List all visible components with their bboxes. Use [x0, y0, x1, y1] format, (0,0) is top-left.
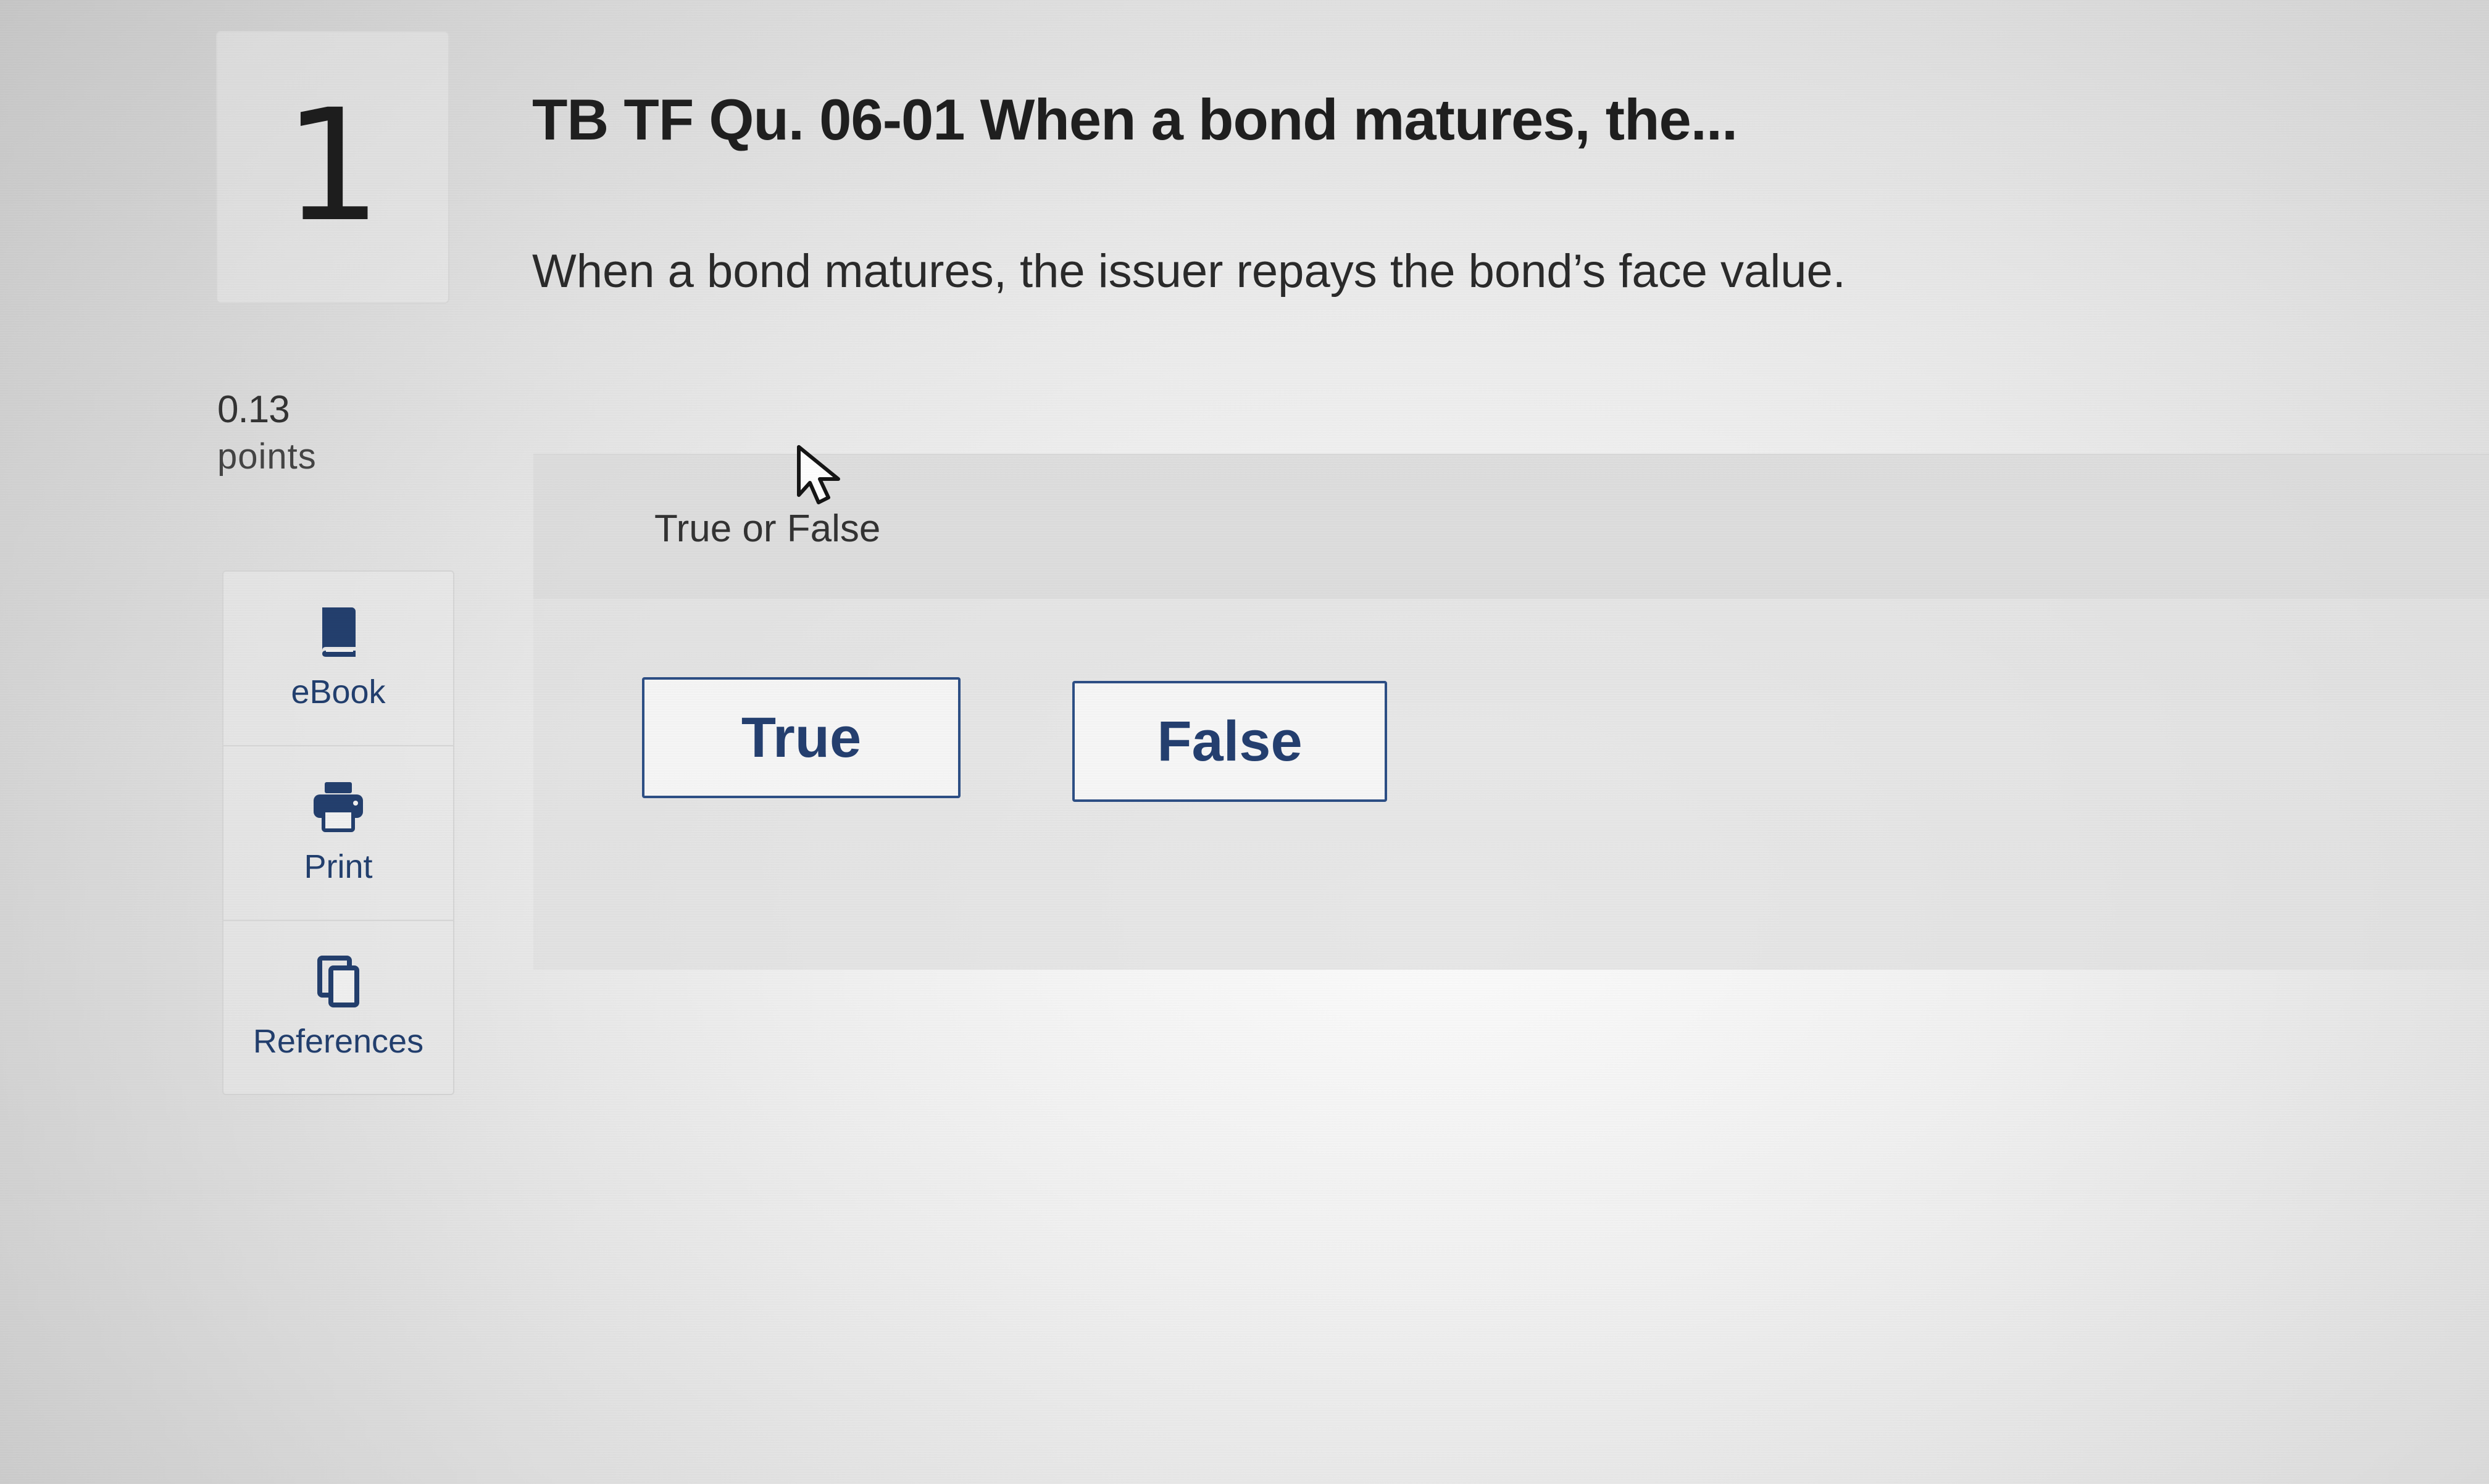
question-number: 1	[283, 76, 382, 256]
book-icon	[322, 607, 356, 657]
false-answer-button[interactable]: False	[1072, 681, 1387, 802]
question-text: When a bond matures, the issuer repays t…	[532, 245, 1846, 298]
copy-icon	[317, 956, 359, 1007]
true-answer-button[interactable]: True	[642, 677, 961, 798]
print-button[interactable]: Print	[223, 746, 453, 921]
references-button[interactable]: References	[223, 921, 453, 1094]
points-label: points	[217, 436, 317, 477]
question-tools-panel: eBook Print References	[222, 570, 454, 1095]
answer-type-label: True or False	[654, 507, 881, 550]
question-number-box: 1	[216, 31, 449, 304]
ebook-button[interactable]: eBook	[223, 572, 453, 746]
print-label: Print	[304, 848, 373, 885]
mouse-pointer-icon	[797, 445, 840, 504]
references-label: References	[252, 1023, 424, 1060]
printer-icon	[314, 782, 363, 832]
points-value: 0.13	[217, 388, 290, 431]
question-title: TB TF Qu. 06-01 When a bond matures, the…	[532, 87, 1738, 152]
ebook-label: eBook	[291, 673, 386, 711]
answer-panel: True or False True False	[533, 454, 2489, 970]
